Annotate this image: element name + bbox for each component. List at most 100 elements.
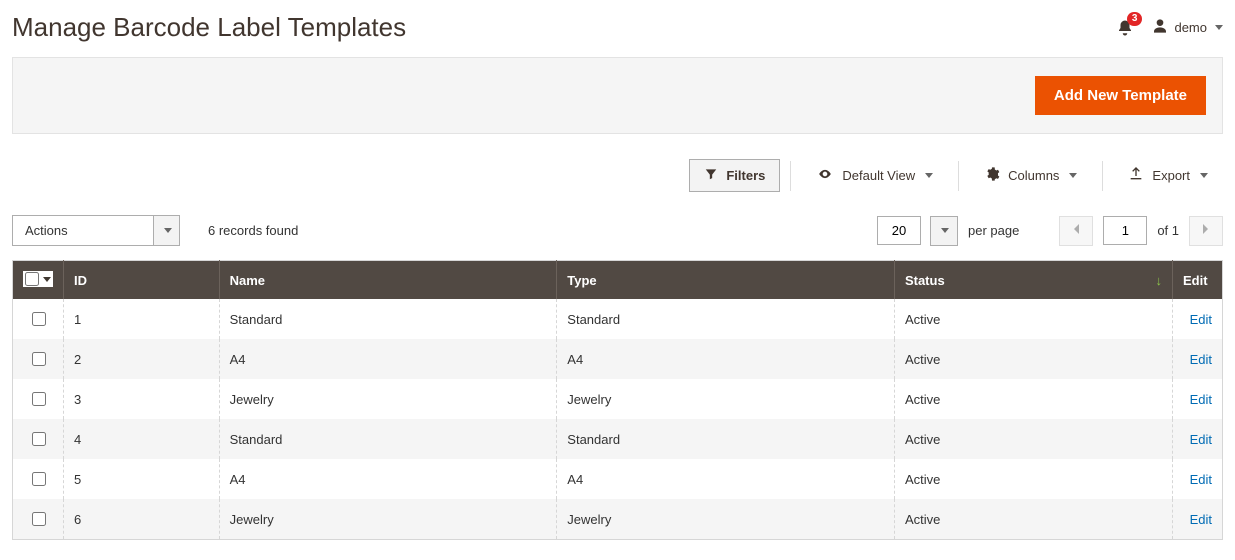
cell-edit: Edit <box>1173 459 1223 499</box>
separator <box>958 161 959 191</box>
cell-edit: Edit <box>1173 379 1223 419</box>
pager-current-input[interactable] <box>1103 216 1147 245</box>
cell-status: Active <box>894 459 1172 499</box>
grid-toolbar-bottom: Actions 6 records found per page of 1 <box>12 215 1223 246</box>
chevron-right-icon <box>1202 223 1210 238</box>
pager-next-button[interactable] <box>1189 216 1223 246</box>
cell-id: 4 <box>64 419 220 459</box>
user-icon <box>1152 18 1168 37</box>
chevron-left-icon <box>1072 223 1080 238</box>
filters-label: Filters <box>726 168 765 183</box>
mass-actions-label: Actions <box>13 216 153 245</box>
col-name-header[interactable]: Name <box>219 261 557 300</box>
row-checkbox-cell <box>13 419 64 459</box>
grid-toolbar-top: Filters Default View Columns Export <box>12 158 1223 193</box>
chevron-down-icon <box>1215 25 1223 30</box>
cell-id: 2 <box>64 339 220 379</box>
col-status-header[interactable]: Status ↓ <box>894 261 1172 300</box>
row-checkbox-cell <box>13 299 64 339</box>
cell-type: A4 <box>557 339 895 379</box>
cell-type: Standard <box>557 419 895 459</box>
cell-id: 1 <box>64 299 220 339</box>
pager-of-text: of 1 <box>1157 223 1179 238</box>
cell-type: Standard <box>557 299 895 339</box>
cell-name: Jewelry <box>219 379 557 419</box>
cell-type: A4 <box>557 459 895 499</box>
cell-name: A4 <box>219 339 557 379</box>
edit-link[interactable]: Edit <box>1190 512 1212 527</box>
row-checkbox[interactable] <box>32 472 46 486</box>
cell-type: Jewelry <box>557 379 895 419</box>
chevron-down-icon <box>164 228 172 233</box>
chevron-down-icon <box>1069 173 1077 178</box>
cell-type: Jewelry <box>557 499 895 540</box>
export-button[interactable]: Export <box>1113 158 1223 193</box>
cell-id: 6 <box>64 499 220 540</box>
chevron-down-icon <box>43 277 51 282</box>
row-checkbox-cell <box>13 459 64 499</box>
row-checkbox[interactable] <box>32 512 46 526</box>
page-header: Manage Barcode Label Templates 3 demo <box>12 8 1223 57</box>
separator <box>790 161 791 191</box>
table-row[interactable]: 3JewelryJewelryActiveEdit <box>13 379 1223 419</box>
mass-actions-select[interactable]: Actions <box>12 215 180 246</box>
table-row[interactable]: 5A4A4ActiveEdit <box>13 459 1223 499</box>
cell-edit: Edit <box>1173 299 1223 339</box>
separator <box>1102 161 1103 191</box>
cell-status: Active <box>894 339 1172 379</box>
row-checkbox-cell <box>13 499 64 540</box>
export-label: Export <box>1152 168 1190 183</box>
export-icon <box>1128 166 1144 185</box>
select-all-checkbox[interactable] <box>23 271 53 287</box>
col-checkbox-header[interactable] <box>13 261 64 300</box>
row-checkbox-cell <box>13 379 64 419</box>
table-row[interactable]: 4StandardStandardActiveEdit <box>13 419 1223 459</box>
cell-edit: Edit <box>1173 419 1223 459</box>
col-type-header[interactable]: Type <box>557 261 895 300</box>
cell-name: Standard <box>219 299 557 339</box>
cell-name: A4 <box>219 459 557 499</box>
user-menu[interactable]: demo <box>1152 18 1223 37</box>
gear-icon <box>984 166 1000 185</box>
records-found: 6 records found <box>208 223 298 238</box>
select-all-input[interactable] <box>25 272 39 286</box>
eye-icon <box>816 167 834 184</box>
columns-label: Columns <box>1008 168 1059 183</box>
row-checkbox[interactable] <box>32 352 46 366</box>
edit-link[interactable]: Edit <box>1190 432 1212 447</box>
cell-id: 3 <box>64 379 220 419</box>
notification-bell[interactable]: 3 <box>1116 18 1134 38</box>
user-name: demo <box>1174 20 1207 35</box>
cell-name: Standard <box>219 419 557 459</box>
table-row[interactable]: 2A4A4ActiveEdit <box>13 339 1223 379</box>
edit-link[interactable]: Edit <box>1190 392 1212 407</box>
cell-name: Jewelry <box>219 499 557 540</box>
default-view-label: Default View <box>842 168 915 183</box>
table-row[interactable]: 1StandardStandardActiveEdit <box>13 299 1223 339</box>
default-view-button[interactable]: Default View <box>801 159 948 192</box>
cell-status: Active <box>894 379 1172 419</box>
row-checkbox[interactable] <box>32 392 46 406</box>
col-status-label: Status <box>905 273 945 288</box>
row-checkbox[interactable] <box>32 432 46 446</box>
filters-button[interactable]: Filters <box>689 159 780 192</box>
row-checkbox[interactable] <box>32 312 46 326</box>
per-page-toggle[interactable] <box>930 216 958 246</box>
edit-link[interactable]: Edit <box>1190 312 1212 327</box>
cell-id: 5 <box>64 459 220 499</box>
cell-status: Active <box>894 299 1172 339</box>
edit-link[interactable]: Edit <box>1190 472 1212 487</box>
pager-prev-button[interactable] <box>1059 216 1093 246</box>
columns-button[interactable]: Columns <box>969 158 1092 193</box>
table-row[interactable]: 6JewelryJewelryActiveEdit <box>13 499 1223 540</box>
cell-status: Active <box>894 419 1172 459</box>
sort-arrow-icon: ↓ <box>1156 273 1163 288</box>
per-page-input[interactable] <box>877 216 921 245</box>
notification-count: 3 <box>1127 12 1143 26</box>
add-new-template-button[interactable]: Add New Template <box>1035 76 1206 115</box>
row-checkbox-cell <box>13 339 64 379</box>
col-id-header[interactable]: ID <box>64 261 220 300</box>
edit-link[interactable]: Edit <box>1190 352 1212 367</box>
mass-actions-toggle[interactable] <box>153 216 179 245</box>
cell-status: Active <box>894 499 1172 540</box>
